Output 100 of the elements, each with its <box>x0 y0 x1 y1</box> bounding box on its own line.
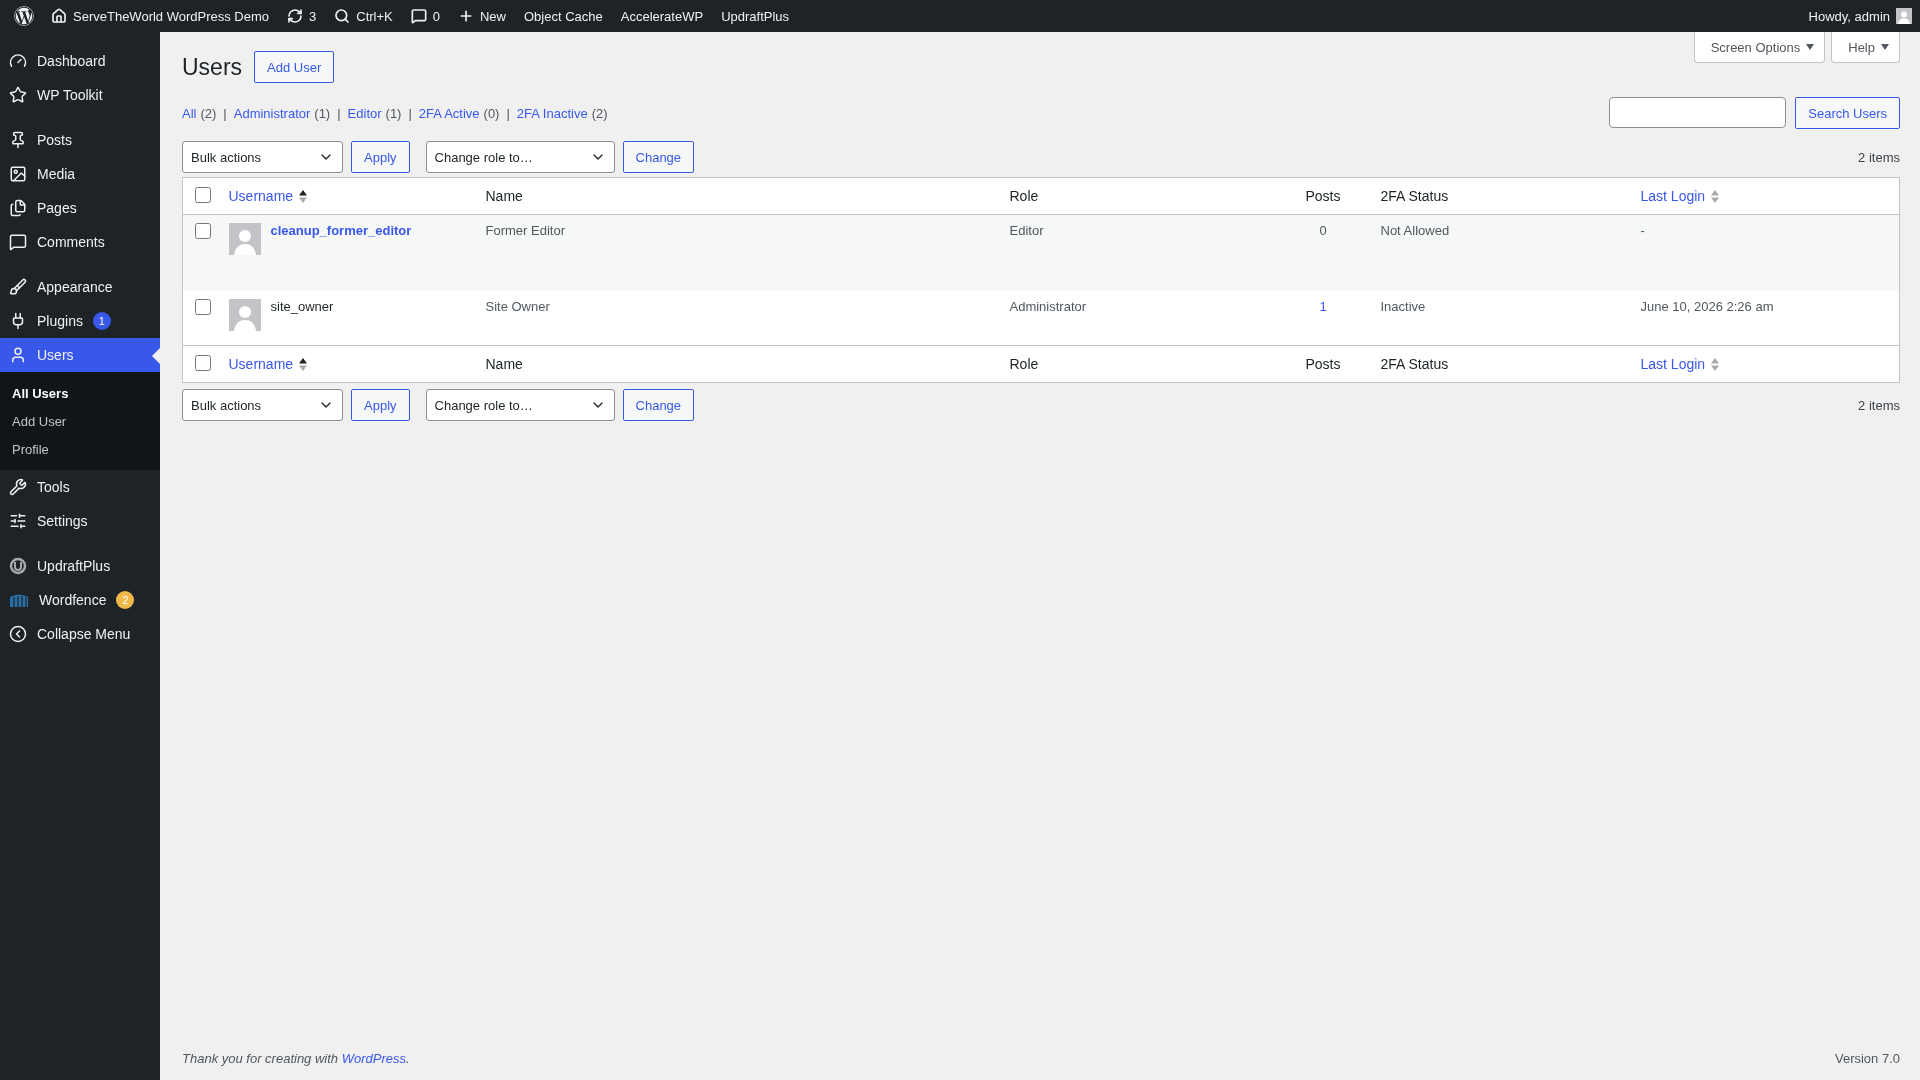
caret-icon <box>1806 44 1815 50</box>
count-badge: 1 <box>92 312 111 330</box>
apply-button[interactable]: Apply <box>351 141 410 173</box>
dashboard-icon <box>9 52 27 70</box>
column-header[interactable]: Username <box>228 356 308 372</box>
separator: | <box>337 105 341 121</box>
column-header[interactable]: Username <box>228 188 308 204</box>
posts-link[interactable]: 1 <box>1319 299 1327 314</box>
column-header: Role <box>1009 356 1039 372</box>
column-header[interactable]: Last Login <box>1640 356 1720 372</box>
refresh-icon <box>287 8 304 24</box>
filter-link[interactable]: 2FA Inactive <box>516 105 588 121</box>
search-field[interactable] <box>1609 97 1787 128</box>
footer-text: Thank you for creating with WordPress. <box>182 1051 410 1066</box>
submenu-item[interactable]: All Users <box>0 379 160 407</box>
account-menu[interactable]: Howdy, admin <box>1799 0 1912 32</box>
admin-bar-item[interactable]: AccelerateWP <box>611 0 713 32</box>
table-cell: - <box>1640 223 1645 238</box>
menu-item[interactable]: Comments <box>0 225 160 259</box>
menu-item[interactable]: Wordfence 2 <box>0 583 160 617</box>
apply-button[interactable]: Apply <box>351 389 410 421</box>
admin-bar-item[interactable]: 0 <box>401 0 449 32</box>
sort-icon <box>299 357 308 371</box>
menu-item[interactable]: Tools <box>0 470 160 504</box>
admin-bar-item[interactable]: UpdraftPlus <box>712 0 799 32</box>
table-cell: Site Owner <box>485 299 550 314</box>
sliders-icon <box>9 512 27 530</box>
username-link[interactable]: cleanup_former_editor <box>270 223 412 238</box>
change-button[interactable]: Change <box>622 389 695 421</box>
admin-bar-item[interactable]: 3 <box>278 0 326 32</box>
avatar-icon <box>228 299 261 331</box>
menu-item[interactable]: Settings <box>0 504 160 538</box>
filter-count: (1) <box>314 105 331 121</box>
screen-meta-tab[interactable]: Help <box>1831 32 1900 63</box>
submenu-item[interactable]: Add User <box>0 407 160 435</box>
bulk-actions-dropdown[interactable]: Bulk actions <box>182 141 343 173</box>
menu-item[interactable]: Dashboard <box>0 44 160 78</box>
avatar-icon <box>1896 8 1912 24</box>
admin-bar-item[interactable]: Object Cache <box>515 0 612 32</box>
pin-icon <box>9 131 27 149</box>
menu-item[interactable]: WP Toolkit <box>0 78 160 112</box>
wordpress-link[interactable]: WordPress <box>341 1051 406 1066</box>
change-role-dropdown[interactable]: Change role to… <box>425 141 615 173</box>
filter-link[interactable]: Editor <box>347 105 382 121</box>
filter-count: (1) <box>385 105 402 121</box>
menu-item[interactable]: Plugins 1 <box>0 304 160 338</box>
screen-meta-tab[interactable]: Screen Options <box>1693 32 1826 63</box>
change-button[interactable]: Change <box>622 141 695 173</box>
add-user-button[interactable]: Add User <box>254 51 335 83</box>
home-icon <box>51 8 67 24</box>
table-cell: 0 <box>1319 223 1327 238</box>
menu-item[interactable]: Posts <box>0 123 160 157</box>
separator: | <box>223 105 227 121</box>
column-header[interactable]: Last Login <box>1640 188 1720 204</box>
admin-bar-item[interactable]: New <box>449 0 515 32</box>
table-cell: Former Editor <box>485 223 565 238</box>
filter-link[interactable]: All <box>182 105 197 121</box>
sort-icon <box>1711 357 1720 371</box>
table-cell: June 10, 2026 2:26 am <box>1640 299 1774 314</box>
table-cell: Inactive <box>1380 299 1426 314</box>
avatar-icon <box>228 223 261 255</box>
star-icon <box>9 86 27 104</box>
menu-item[interactable]: UpdraftPlus <box>0 549 160 583</box>
caret-icon <box>1881 44 1889 50</box>
wrench-icon <box>9 478 27 496</box>
page-title: Users <box>182 53 243 81</box>
item-count: 2 items <box>1858 149 1900 165</box>
menu-item[interactable]: Pages <box>0 191 160 225</box>
sort-icon <box>299 189 308 203</box>
fence-icon <box>9 592 29 608</box>
menu-item[interactable]: Appearance <box>0 270 160 304</box>
column-header: 2FA Status <box>1380 356 1449 372</box>
menu-item[interactable]: Users <box>0 338 160 372</box>
comment-icon <box>9 233 27 251</box>
ring-icon <box>9 557 27 575</box>
column-header: Name <box>485 188 523 204</box>
item-count: 2 items <box>1858 397 1900 413</box>
user-icon <box>9 346 27 364</box>
filter-link[interactable]: 2FA Active <box>418 105 480 121</box>
bulk-actions-dropdown[interactable]: Bulk actions <box>182 389 343 421</box>
row-checkbox[interactable] <box>195 223 211 239</box>
separator: | <box>408 105 412 121</box>
search-users-button[interactable]: Search Users <box>1795 97 1900 129</box>
select-all-checkbox[interactable] <box>195 186 211 203</box>
column-header: Role <box>1009 188 1039 204</box>
menu-item[interactable]: Media <box>0 157 160 191</box>
column-header: Posts <box>1305 356 1341 372</box>
select-all-checkbox[interactable] <box>195 354 211 371</box>
row-checkbox[interactable] <box>195 299 211 315</box>
filter-count: (0) <box>483 105 500 121</box>
admin-bar-item[interactable]: Ctrl+K <box>325 0 402 32</box>
submenu-item[interactable]: Profile <box>0 435 160 463</box>
change-role-dropdown[interactable]: Change role to… <box>425 389 615 421</box>
filter-link[interactable]: Administrator <box>233 105 311 121</box>
brush-icon <box>9 278 27 296</box>
version-text: Version 7.0 <box>1834 1051 1900 1066</box>
sort-icon <box>1711 189 1720 203</box>
admin-bar-item[interactable]: ServeTheWorld WordPress Demo <box>42 0 279 32</box>
username[interactable]: site_owner <box>270 299 334 314</box>
menu-item[interactable]: Collapse Menu <box>0 617 160 651</box>
